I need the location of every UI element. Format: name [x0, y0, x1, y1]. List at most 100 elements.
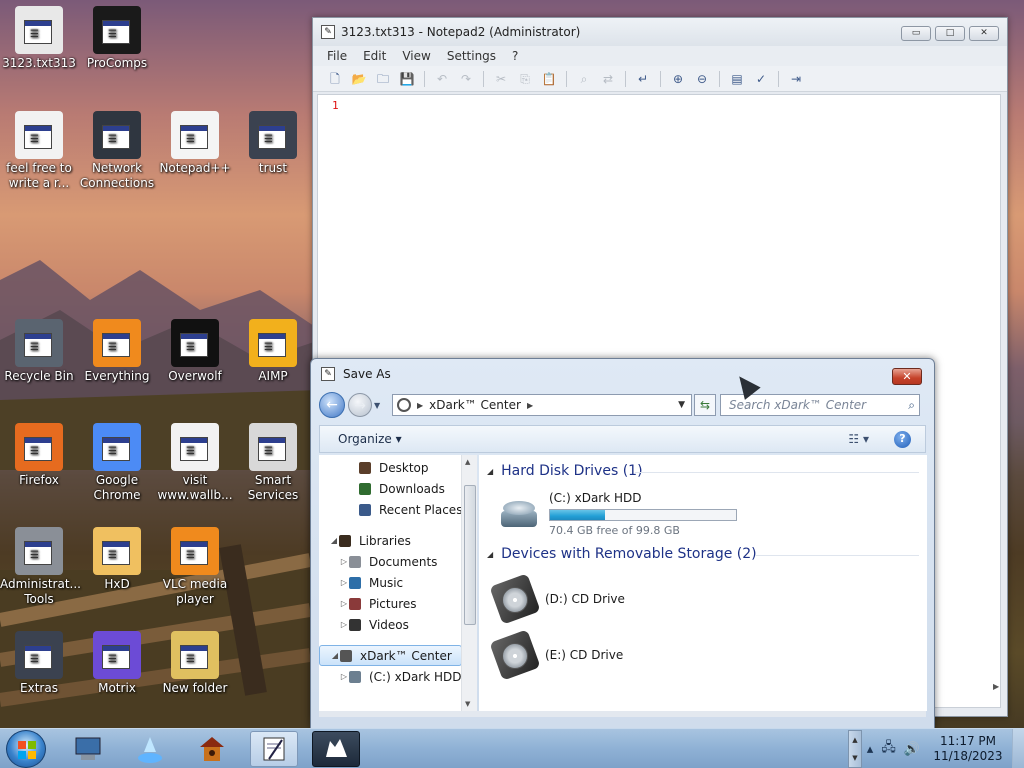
collapse-icon[interactable]: ◢ — [487, 467, 493, 476]
desktop-icon[interactable]: Extras — [0, 631, 78, 696]
show-desktop-button[interactable] — [1012, 729, 1024, 768]
nav-item[interactable]: ▷ Documents — [319, 551, 468, 572]
show-hidden-icons-icon[interactable]: ▴ — [867, 742, 874, 757]
taskbar-notepad2[interactable] — [250, 731, 298, 767]
desktop-icon[interactable]: Network Connections — [78, 111, 156, 191]
scrollbar-thumb[interactable] — [464, 485, 476, 625]
scheme-icon[interactable]: ▤ — [727, 69, 747, 89]
desktop-icon[interactable]: 3123.txt313 — [0, 6, 78, 71]
zoom-in-icon[interactable]: ⊕ — [668, 69, 688, 89]
desktop-icon[interactable]: Smart Services — [234, 423, 312, 503]
taskbar-overwolf[interactable] — [312, 731, 360, 767]
volume-icon[interactable]: 🔊 — [904, 742, 920, 757]
scroll-up-icon[interactable]: ▲ — [465, 458, 470, 466]
desktop-icon[interactable]: Google Chrome — [78, 423, 156, 503]
desktop-icon[interactable]: Firefox — [0, 423, 78, 488]
desktop-icon[interactable]: VLC media player — [156, 527, 234, 607]
nav-item[interactable]: ◢ xDark™ Center — [319, 645, 462, 666]
customize-icon[interactable]: ✓ — [751, 69, 771, 89]
desktop-icon[interactable]: HxD — [78, 527, 156, 592]
expand-icon[interactable]: ▷ — [339, 620, 349, 629]
scroll-right-icon[interactable]: ▶ — [993, 682, 1001, 692]
address-bar[interactable]: ▶ xDark™ Center ▶ ▼ — [392, 394, 692, 416]
breadcrumb-arrow-icon[interactable]: ▶ — [527, 401, 533, 410]
desktop-icon[interactable]: ProComps — [78, 6, 156, 71]
expand-icon[interactable]: ▷ — [339, 578, 349, 587]
copy-icon[interactable]: ⎘ — [515, 69, 535, 89]
menu-view[interactable]: View — [402, 49, 430, 63]
desktop-icon[interactable]: Everything — [78, 319, 156, 384]
group-removable-storage[interactable]: ◢ Devices with Removable Storage (2) — [487, 546, 757, 562]
expand-icon[interactable]: ▷ — [339, 599, 349, 608]
cut-icon[interactable]: ✂ — [491, 69, 511, 89]
group-hard-disk-drives[interactable]: ◢ Hard Disk Drives (1) — [487, 463, 643, 479]
open-icon[interactable]: 📂 — [349, 69, 369, 89]
search-input[interactable]: Search xDark™ Center ⌕ — [720, 394, 920, 416]
replace-icon[interactable]: ⇄ — [598, 69, 618, 89]
find-icon[interactable]: ⌕ — [574, 69, 594, 89]
undo-icon[interactable]: ↶ — [432, 69, 452, 89]
menu-edit[interactable]: Edit — [363, 49, 386, 63]
nav-item[interactable]: ▷ (C:) xDark HDD — [319, 666, 468, 687]
menu-settings[interactable]: Settings — [447, 49, 496, 63]
organize-button[interactable]: Organize ▾ — [338, 432, 402, 446]
nav-item[interactable]: Recent Places — [319, 499, 468, 520]
desktop-icon[interactable]: Recycle Bin — [0, 319, 78, 384]
desktop-icon[interactable]: Overwolf — [156, 319, 234, 384]
taskbar-birdhouse[interactable] — [188, 731, 236, 767]
expand-icon[interactable]: ▷ — [339, 557, 349, 566]
scroll-down-icon[interactable]: ▼ — [465, 700, 470, 708]
new-icon[interactable]: 🗋 — [325, 69, 345, 89]
minimize-button[interactable]: ▭ — [901, 26, 931, 41]
clock[interactable]: 11:17 PM 11/18/2023 — [928, 734, 1008, 764]
expand-icon[interactable]: ◢ — [329, 536, 339, 545]
nav-item[interactable]: ▷ Videos — [319, 614, 468, 635]
breadcrumb-arrow-icon[interactable]: ▶ — [417, 401, 423, 410]
drive-d[interactable]: (D:) CD Drive — [489, 573, 625, 625]
desktop-icon[interactable]: Motrix — [78, 631, 156, 696]
desktop-icon[interactable]: AIMP — [234, 319, 312, 384]
desktop-icon[interactable]: trust — [234, 111, 312, 176]
save-as-titlebar[interactable]: ✎ Save As — [311, 359, 934, 389]
recent-locations-chevron-down-icon[interactable]: ▼ — [374, 401, 386, 410]
nav-item[interactable]: ◢ Libraries — [319, 530, 468, 551]
nav-item[interactable]: ▷ Music — [319, 572, 468, 593]
change-view-icon[interactable]: ☷ ▾ — [848, 432, 869, 446]
drive-c[interactable]: (C:) xDark HDD 70.4 GB free of 99.8 GB — [499, 491, 737, 537]
desktop-icon[interactable]: visit www.wallb... — [156, 423, 234, 503]
refresh-button[interactable]: ⇆ — [694, 394, 716, 416]
save-icon[interactable]: 💾 — [397, 69, 417, 89]
maximize-button[interactable]: □ — [935, 26, 965, 41]
exit-icon[interactable]: ⇥ — [786, 69, 806, 89]
desktop-icon[interactable]: Administrat... Tools — [0, 527, 81, 607]
word-wrap-icon[interactable]: ↵ — [633, 69, 653, 89]
network-icon[interactable]: 🖧 — [881, 738, 896, 760]
navigation-scrollbar[interactable]: ▲ ▼ — [461, 455, 477, 711]
browse-icon[interactable]: 🗀 — [373, 69, 393, 89]
expand-icon[interactable]: ▷ — [339, 672, 349, 681]
redo-icon[interactable]: ↷ — [456, 69, 476, 89]
taskbar-launcher[interactable] — [126, 731, 174, 767]
start-button[interactable] — [6, 730, 46, 768]
taskbar-scroll[interactable]: ▲ ▼ — [848, 730, 862, 768]
zoom-out-icon[interactable]: ⊖ — [692, 69, 712, 89]
desktop-icon[interactable]: New folder — [156, 631, 234, 696]
nav-item[interactable]: ▷ Pictures — [319, 593, 468, 614]
expand-icon[interactable]: ◢ — [330, 651, 340, 660]
drive-e[interactable]: (E:) CD Drive — [489, 629, 623, 681]
address-chevron-down-icon[interactable]: ▼ — [678, 400, 685, 410]
close-button[interactable]: ✕ — [969, 26, 999, 41]
address-location[interactable]: xDark™ Center — [429, 398, 521, 412]
save-as-dialog[interactable]: ✎ Save As ✕ ← → ▼ ▶ xDark™ Center ▶ ▼ ⇆ … — [310, 358, 935, 730]
menu-help[interactable]: ? — [512, 49, 518, 63]
back-button[interactable]: ← — [319, 392, 345, 418]
close-button[interactable]: ✕ — [892, 368, 922, 385]
forward-button[interactable]: → — [348, 393, 372, 417]
desktop-icon[interactable]: feel free to write a r... — [0, 111, 78, 191]
taskbar-computer[interactable] — [64, 731, 112, 767]
menu-file[interactable]: File — [327, 49, 347, 63]
search-icon[interactable]: ⌕ — [908, 398, 915, 413]
nav-item[interactable]: Downloads — [319, 478, 468, 499]
desktop-icon[interactable]: Notepad++ — [156, 111, 234, 176]
paste-icon[interactable]: 📋 — [539, 69, 559, 89]
